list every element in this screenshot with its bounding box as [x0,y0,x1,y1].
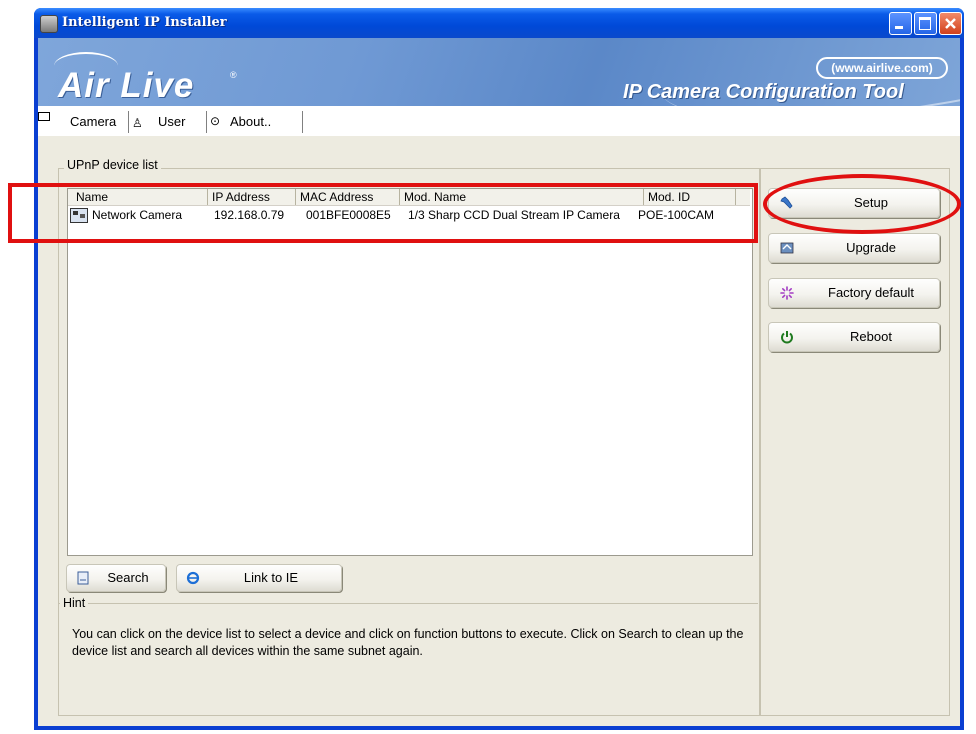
search-icon [77,571,89,585]
registered-mark: ® [230,70,237,80]
device-list[interactable] [67,188,753,556]
airlive-logo: Air Live [58,66,195,105]
reboot-button[interactable]: Reboot [768,322,940,352]
user-icon: ♙ [132,116,143,130]
search-label: Search [107,570,149,585]
link-to-ie-label: Link to IE [243,570,299,585]
highlight-ellipse [763,174,961,234]
website-url: (www.airlive.com) [816,57,948,79]
upgrade-button[interactable]: Upgrade [768,233,940,263]
app-icon [40,15,58,33]
banner-title: IP Camera Configuration Tool [623,81,904,103]
tab-divider [302,111,303,133]
maximize-button[interactable] [914,12,937,35]
upgrade-icon [780,242,794,254]
ie-icon [186,571,200,585]
sparkle-icon [780,286,794,300]
camera-icon [38,112,50,121]
reboot-label: Reboot [850,329,892,344]
highlight-rectangle [8,183,758,243]
link-to-ie-button[interactable]: Link to IE [176,564,342,592]
minimize-icon [895,26,903,29]
tab-user[interactable]: User [158,110,185,134]
tab-divider [128,111,129,133]
close-button[interactable] [939,12,962,35]
tab-camera[interactable]: Camera [70,110,116,134]
upgrade-label: Upgrade [846,240,896,255]
hint-divider [58,603,758,604]
close-icon [945,18,956,29]
hint-legend: Hint [60,596,89,610]
window-title: Intelligent IP Installer [62,15,227,30]
device-list-legend: UPnP device list [64,158,161,172]
tab-divider [206,111,207,133]
factory-default-button[interactable]: Factory default [768,278,940,308]
hint-text: You can click on the device list to sele… [72,627,744,658]
search-button[interactable]: Search [66,564,166,592]
power-icon [781,331,793,344]
info-icon: ⊙ [210,114,221,128]
tab-about[interactable]: About.. [230,110,271,134]
minimize-button[interactable] [889,12,912,35]
factory-default-label: Factory default [828,285,914,300]
maximize-icon [919,17,931,30]
